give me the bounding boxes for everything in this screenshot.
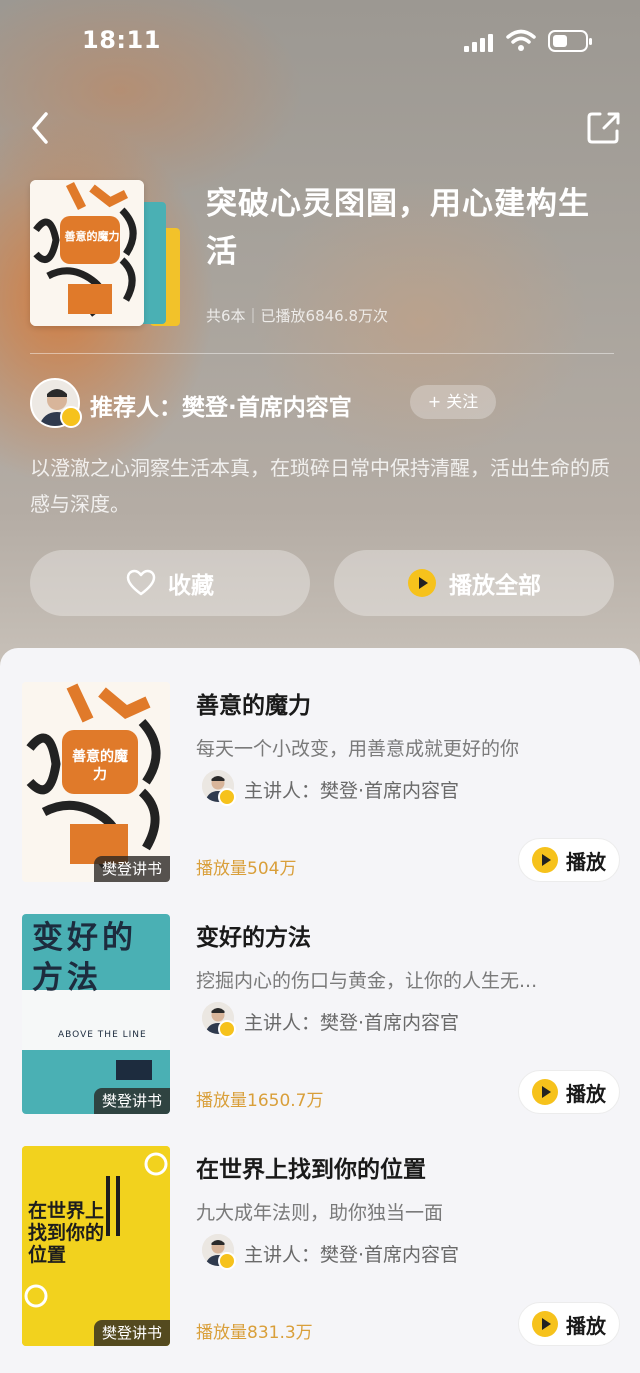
speaker-label: 主讲人：樊登·首席内容官 <box>244 780 460 802</box>
follow-button[interactable]: + 关注 <box>410 385 496 419</box>
play-icon <box>532 1079 558 1105</box>
collection-cover-image: 善意的魔力 <box>30 180 144 326</box>
signal-icon <box>464 34 496 52</box>
heart-icon <box>126 569 156 596</box>
collection-title: 突破心灵囹圄，用心建构生活 <box>206 186 590 270</box>
cover-tag: 樊登讲书 <box>93 1320 170 1346</box>
play-button[interactable]: 播放 <box>518 1070 620 1114</box>
play-count: 播放量504万 <box>196 859 297 879</box>
list-item[interactable]: 变好的方法 ABOVE THE LINE 樊登讲书 变好的方法 挖掘内心的伤口与… <box>0 880 640 1114</box>
book-cover-subtitle: ABOVE THE LINE <box>58 1030 147 1040</box>
collection-header: 18:11 善意的魔力 突破心灵囹圄，用心建构生活 共6本｜已播放6846.8万… <box>0 0 640 680</box>
list-item[interactable]: 在世界上找到你的位置 樊登讲书 在世界上找到你的位置 九大成年法则，助你独当一面… <box>0 1112 640 1346</box>
play-icon <box>532 1311 558 1337</box>
speaker-label: 主讲人：樊登·首席内容官 <box>244 1012 460 1034</box>
play-button-label: 播放 <box>566 1313 606 1338</box>
back-icon[interactable] <box>24 108 60 148</box>
book-title: 善意的魔力 <box>196 693 311 719</box>
book-description: 每天一个小改变，用善意成就更好的你 <box>196 738 520 760</box>
battery-icon <box>548 30 592 52</box>
book-title: 在世界上找到你的位置 <box>196 1157 426 1183</box>
verified-badge-icon <box>218 1020 236 1038</box>
collection-cover-stack: 善意的魔力 <box>30 180 180 328</box>
verified-badge-icon <box>60 406 82 428</box>
cover-tag: 樊登讲书 <box>93 1088 170 1114</box>
verified-badge-icon <box>218 788 236 806</box>
collection-description: 以澄澈之心洞察生活本真，在琐碎日常中保持清醒，活出生命的质感与深度。 <box>30 456 610 516</box>
cover-tag: 樊登讲书 <box>93 856 170 882</box>
play-icon <box>408 569 436 597</box>
status-bar: 18:11 <box>0 0 640 80</box>
book-title: 变好的方法 <box>196 925 311 951</box>
play-button-label: 播放 <box>566 849 606 874</box>
share-icon[interactable] <box>584 108 624 148</box>
book-cover: 变好的方法 ABOVE THE LINE 樊登讲书 <box>22 914 170 1114</box>
status-time: 18:11 <box>82 26 161 54</box>
play-button[interactable]: 播放 <box>518 838 620 882</box>
book-description: 挖掘内心的伤口与黄金，让你的人生无... <box>196 970 538 992</box>
book-description: 九大成年法则，助你独当一面 <box>196 1202 444 1224</box>
book-list: 善意的魔力 樊登讲书 善意的魔力 每天一个小改变，用善意成就更好的你 主讲人：樊… <box>0 648 640 1373</box>
play-button-label: 播放 <box>566 1081 606 1106</box>
play-count: 播放量1650.7万 <box>196 1091 324 1111</box>
speaker-label: 主讲人：樊登·首席内容官 <box>244 1244 460 1266</box>
favorite-button-label: 收藏 <box>168 573 214 599</box>
wifi-icon <box>506 29 536 51</box>
collection-stats: 共6本｜已播放6846.8万次 <box>206 307 389 325</box>
list-item[interactable]: 善意的魔力 樊登讲书 善意的魔力 每天一个小改变，用善意成就更好的你 主讲人：樊… <box>0 648 640 882</box>
book-cover: 善意的魔力 樊登讲书 <box>22 682 170 882</box>
book-cover-title: 变好的方法 <box>32 920 137 996</box>
divider <box>30 353 614 354</box>
play-all-button[interactable]: 播放全部 <box>334 550 614 616</box>
collection-cover-title: 善意的魔力 <box>64 230 120 243</box>
recommender-label: 推荐人：樊登·首席内容官 <box>90 395 352 421</box>
cover-art-icon <box>30 180 144 326</box>
book-cover-title: 善意的魔力 <box>72 749 128 783</box>
play-all-button-label: 播放全部 <box>449 573 541 599</box>
play-button[interactable]: 播放 <box>518 1302 620 1346</box>
book-cover: 在世界上找到你的位置 樊登讲书 <box>22 1146 170 1346</box>
favorite-button[interactable]: 收藏 <box>30 550 310 616</box>
verified-badge-icon <box>218 1252 236 1270</box>
book-cover-title: 在世界上找到你的位置 <box>28 1200 105 1266</box>
play-count: 播放量831.3万 <box>196 1323 313 1343</box>
play-icon <box>532 847 558 873</box>
